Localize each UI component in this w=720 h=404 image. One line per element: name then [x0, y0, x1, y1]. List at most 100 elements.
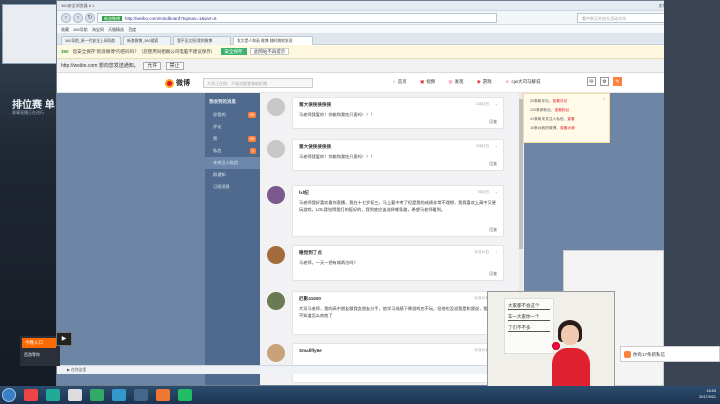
notification-link[interactable]: 查看粉丝	[555, 108, 570, 112]
avatar[interactable]	[267, 292, 285, 310]
message-icon[interactable]: ✉	[587, 77, 596, 86]
nav-video[interactable]: ▣ 视频	[420, 79, 435, 84]
nav-discover[interactable]: ◎ 发现	[449, 79, 464, 84]
sidebar-item-unfollowed-msg[interactable]: 未关注人私信	[205, 157, 260, 169]
sidebar-item-group-notice[interactable]: 群通知	[205, 169, 260, 181]
avatar[interactable]	[267, 344, 285, 362]
sidebar-header: 我收到的消息	[209, 99, 236, 104]
avatar[interactable]	[267, 246, 285, 264]
message-list: 第大侠侠侠侠侠 10月3日 ⌄ 马老师我爱你！你能和我吃只麦吗！！！ 回复 第大…	[260, 93, 524, 385]
background-stream-app: 排位赛 单 赛事直播正在进行	[0, 0, 60, 386]
sidebar-item-at-me[interactable]: @我的 99	[205, 109, 260, 121]
notification-link[interactable]: 查看	[567, 117, 574, 121]
sender-name[interactable]: Smallfly6e	[299, 348, 322, 353]
chevron-down-icon[interactable]: ⌄	[495, 249, 498, 254]
deny-button[interactable]: 禁止	[165, 62, 184, 70]
sidebar-item-private-msg[interactable]: 私信 1	[205, 145, 260, 157]
notification-link[interactable]: 查看@我	[560, 126, 575, 130]
reply-button[interactable]: 回复	[489, 120, 497, 125]
app-icon[interactable]	[156, 389, 170, 401]
message-card: 第大侠侠侠侠侠 10月3日 ⌄ 马老师我爱你！你能和我吃只麦吗！！！ 回复	[267, 97, 504, 129]
sidebar-item-subscriptions[interactable]: 订阅消息	[205, 181, 260, 193]
avatar[interactable]	[267, 186, 285, 204]
board-line: 大家都不会这个	[508, 303, 550, 310]
promo-widget[interactable]: 今晚入口 西游等你	[20, 336, 60, 366]
bookmark-item[interactable]: 淘宝网	[92, 27, 104, 32]
gear-icon[interactable]: ⚙	[600, 77, 609, 86]
chevron-down-icon[interactable]: ⌄	[495, 143, 498, 148]
bookmark-item[interactable]: 360导航	[73, 27, 88, 32]
sender-name[interactable]: 第大侠侠侠侠侠	[299, 144, 331, 150]
app-icon[interactable]	[178, 389, 192, 401]
message-time: 9月5日	[477, 190, 489, 194]
weibo-search-input[interactable]: 大家正在搜：不限流量套餐被拒赠	[203, 78, 313, 88]
promo-button[interactable]: 今晚入口	[22, 338, 56, 348]
weibo-header: 微博 大家正在搜：不限流量套餐被拒赠 ⌂ 首页 ▣ 视频 ◎ 发现 ◉ 游戏 ☺ cjw大…	[57, 73, 719, 93]
app-icon[interactable]	[90, 389, 104, 401]
sidebar-item-label: 赞	[213, 136, 218, 141]
password-save-bar: 360 您安全保存“新浪微博”的密码吗？（您使用同相端公司电脑不建议保存） 安全…	[57, 45, 719, 59]
weibo-eye-icon	[165, 78, 174, 88]
allow-button[interactable]: 允许	[143, 62, 162, 70]
360-icon[interactable]	[46, 389, 60, 401]
app-icon[interactable]	[134, 389, 148, 401]
tab-weibo-search[interactable]: 新浪微博_360搜索	[123, 36, 171, 45]
forward-icon[interactable]: ›	[73, 13, 83, 23]
play-icon[interactable]: ▶	[56, 332, 72, 346]
app-icon[interactable]	[112, 389, 126, 401]
bookmark-item[interactable]: 百度	[128, 27, 136, 32]
sidebar-item-likes[interactable]: 赞 99	[205, 133, 260, 145]
compose-icon[interactable]: ✎	[613, 77, 622, 86]
system-tray: 18:53 2017/9/21	[699, 388, 716, 400]
notification-row: 41条新未关注人私信，查看	[524, 115, 609, 124]
tab-360-nav[interactable]: 360导航_新一代安全上网导航	[61, 36, 121, 45]
bookmark-item[interactable]: 收藏	[61, 27, 69, 32]
browser-title: 360安全浏览器 8.1	[61, 3, 95, 8]
home-icon: ⌂	[393, 79, 396, 84]
close-icon[interactable]: ×	[603, 96, 605, 101]
message-card: 睡觉到了点 11月10日 ⌄ 马老师，一天一把有病两位吗？ 回复	[267, 245, 504, 281]
chevron-down-icon[interactable]: ⌄	[495, 189, 498, 194]
bookmark-item[interactable]: 天猫精选	[108, 27, 124, 32]
sender-name[interactable]: 第大侠侠侠侠侠	[299, 102, 331, 108]
board-line: 了们不不多	[508, 325, 550, 332]
sender-name[interactable]: 厄影41500	[299, 296, 321, 302]
tray-date[interactable]: 2017/9/21	[699, 394, 716, 400]
message-card: Smallfly6e 11月10日 ⌄	[267, 343, 504, 383]
refresh-icon[interactable]: ↻	[85, 13, 95, 23]
avatar[interactable]	[267, 140, 285, 158]
tab-my-weibo[interactable]: 我不见太阳/我的微博	[173, 36, 231, 45]
avatar[interactable]	[267, 98, 285, 116]
nav-game[interactable]: ◉ 游戏	[477, 79, 492, 84]
reply-button[interactable]: 回复	[489, 272, 497, 277]
weibo-logo[interactable]: 微博	[165, 78, 190, 88]
notification-link[interactable]: 查看评论	[553, 99, 568, 103]
save-password-button[interactable]: 安全保存	[220, 48, 247, 55]
tab-weibo-active[interactable]: 发文是人和画 微博-随时随地发现	[233, 36, 313, 45]
reply-button[interactable]: 回复	[489, 228, 497, 233]
notification-text: 120条新粉丝，	[530, 108, 555, 112]
start-button[interactable]	[2, 388, 16, 402]
chevron-down-icon[interactable]: ⌄	[495, 101, 498, 106]
background-window	[2, 4, 58, 64]
sender-name[interactable]: 睡觉到了点	[299, 250, 322, 256]
nav-home-label: 首页	[397, 79, 407, 84]
message-text: 马老师，一天一把有病两位吗？	[299, 260, 358, 265]
nav-home[interactable]: ⌂ 首页	[393, 79, 407, 84]
dm-notification[interactable]: 你有17条新私信	[620, 346, 720, 362]
nav-profile[interactable]: ☺ cjw大司马解说	[505, 79, 541, 84]
nav-discover-label: 发现	[454, 79, 464, 84]
sidebar-item-comments[interactable]: 评论	[205, 121, 260, 133]
nav-video-label: 视频	[426, 79, 436, 84]
app-icon[interactable]	[68, 389, 82, 401]
browser-icon[interactable]	[24, 389, 38, 401]
back-icon[interactable]: ‹	[61, 13, 71, 23]
never-prompt-button[interactable]: 此网站不再提示	[249, 48, 290, 55]
url-input[interactable]: 新浪微博 http://weibo.com/mindboard?topnav=1&…	[97, 13, 497, 23]
sidebar-item-label: 订阅消息	[213, 184, 230, 189]
browser-titlebar: 360安全浏览器 8.1 文件 查看 收藏 工具 帮助	[57, 1, 719, 11]
chat-icon	[624, 351, 631, 358]
sender-name[interactable]: lxl纪	[299, 190, 309, 196]
promo-text: 西游等你	[24, 352, 40, 357]
reply-button[interactable]: 回复	[489, 162, 497, 167]
